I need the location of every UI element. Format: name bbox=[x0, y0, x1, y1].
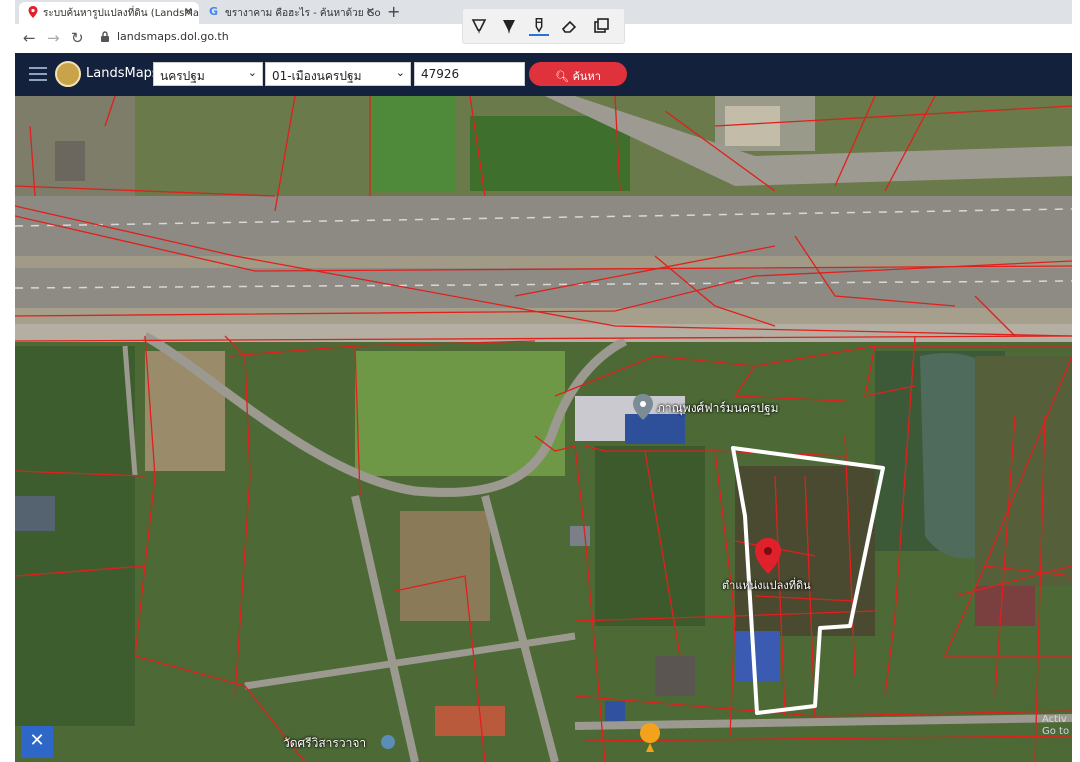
drawing-toolbar bbox=[462, 8, 625, 44]
province-value: นครปฐม bbox=[160, 69, 205, 83]
chevron-down-icon: ⌄ bbox=[395, 66, 405, 79]
tab-landsmaps[interactable]: ระบบค้นหารูปแปลงที่ดิน (LandsMaps) ✕ bbox=[19, 2, 199, 24]
reload-icon[interactable]: ↻ bbox=[71, 29, 84, 47]
search-icon: 🔍︎ bbox=[555, 70, 570, 83]
landsmaps-navbar: LandsMaps นครปฐม ⌄ 01-เมืองนครปฐม ⌄ 4792… bbox=[15, 53, 1072, 96]
back-arrow-icon[interactable]: ← bbox=[23, 29, 36, 47]
tab-label: ขรางาคาม คือฮะไร - ค้นหาด้วย Google bbox=[225, 8, 381, 19]
location-pin-icon bbox=[28, 6, 38, 18]
search-button[interactable]: 🔍︎ ค้นหา bbox=[529, 62, 627, 86]
pen-icon[interactable] bbox=[529, 16, 549, 36]
menu-icon[interactable] bbox=[29, 67, 47, 85]
forward-arrow-icon[interactable]: → bbox=[47, 29, 60, 47]
brand-name: LandsMaps bbox=[86, 66, 159, 81]
chevron-down-icon: ⌄ bbox=[247, 66, 257, 79]
tab-google[interactable]: G ขรางาคาม คือฮะไร - ค้นหาด้วย Google ✕ bbox=[201, 2, 381, 24]
close-tab-icon[interactable]: ✕ bbox=[366, 5, 375, 18]
highlighter-icon[interactable] bbox=[469, 16, 489, 36]
tab-label: ระบบค้นหารูปแปลงที่ดิน (LandsMaps) bbox=[43, 8, 199, 19]
province-select[interactable]: นครปฐม ⌄ bbox=[153, 62, 263, 86]
close-tab-icon[interactable]: ✕ bbox=[184, 5, 193, 18]
landsmaps-logo bbox=[55, 61, 81, 87]
temple-label: วัดศรีวิสารวาจา bbox=[283, 736, 367, 750]
lock-icon bbox=[101, 31, 109, 42]
search-label: ค้นหา bbox=[572, 70, 601, 83]
district-value: 01-เมืองนครปฐม bbox=[272, 69, 362, 83]
parcel-number-value: 47926 bbox=[421, 67, 460, 81]
parcel-number-input[interactable]: 47926 bbox=[414, 62, 525, 86]
google-icon: G bbox=[209, 5, 219, 18]
marker-icon[interactable] bbox=[499, 16, 519, 36]
watermark-text: Activ Go to bbox=[1042, 714, 1070, 737]
map-canvas[interactable] bbox=[15, 96, 1072, 762]
eraser-icon[interactable] bbox=[559, 16, 579, 36]
plus-icon[interactable]: + bbox=[387, 2, 400, 21]
poi-label: ภาณุพงศ์ฟาร์มนครปฐม bbox=[657, 401, 779, 415]
district-select[interactable]: 01-เมืองนครปฐม ⌄ bbox=[265, 62, 411, 86]
url-text[interactable]: landsmaps.dol.go.th bbox=[117, 30, 229, 43]
parcel-label: ตำแหน่งแปลงที่ดิน bbox=[722, 579, 811, 592]
layers-icon[interactable]: ✕ bbox=[21, 726, 53, 758]
temple-marker-icon[interactable] bbox=[381, 735, 395, 749]
screenshot-root: ระบบค้นหารูปแปลงที่ดิน (LandsMaps) ✕ G ข… bbox=[0, 0, 1080, 762]
copy-icon[interactable] bbox=[591, 16, 611, 36]
satellite-map[interactable]: ภาณุพงศ์ฟาร์มนครปฐม ตำแหน่งแปลงที่ดิน วั… bbox=[15, 96, 1072, 762]
